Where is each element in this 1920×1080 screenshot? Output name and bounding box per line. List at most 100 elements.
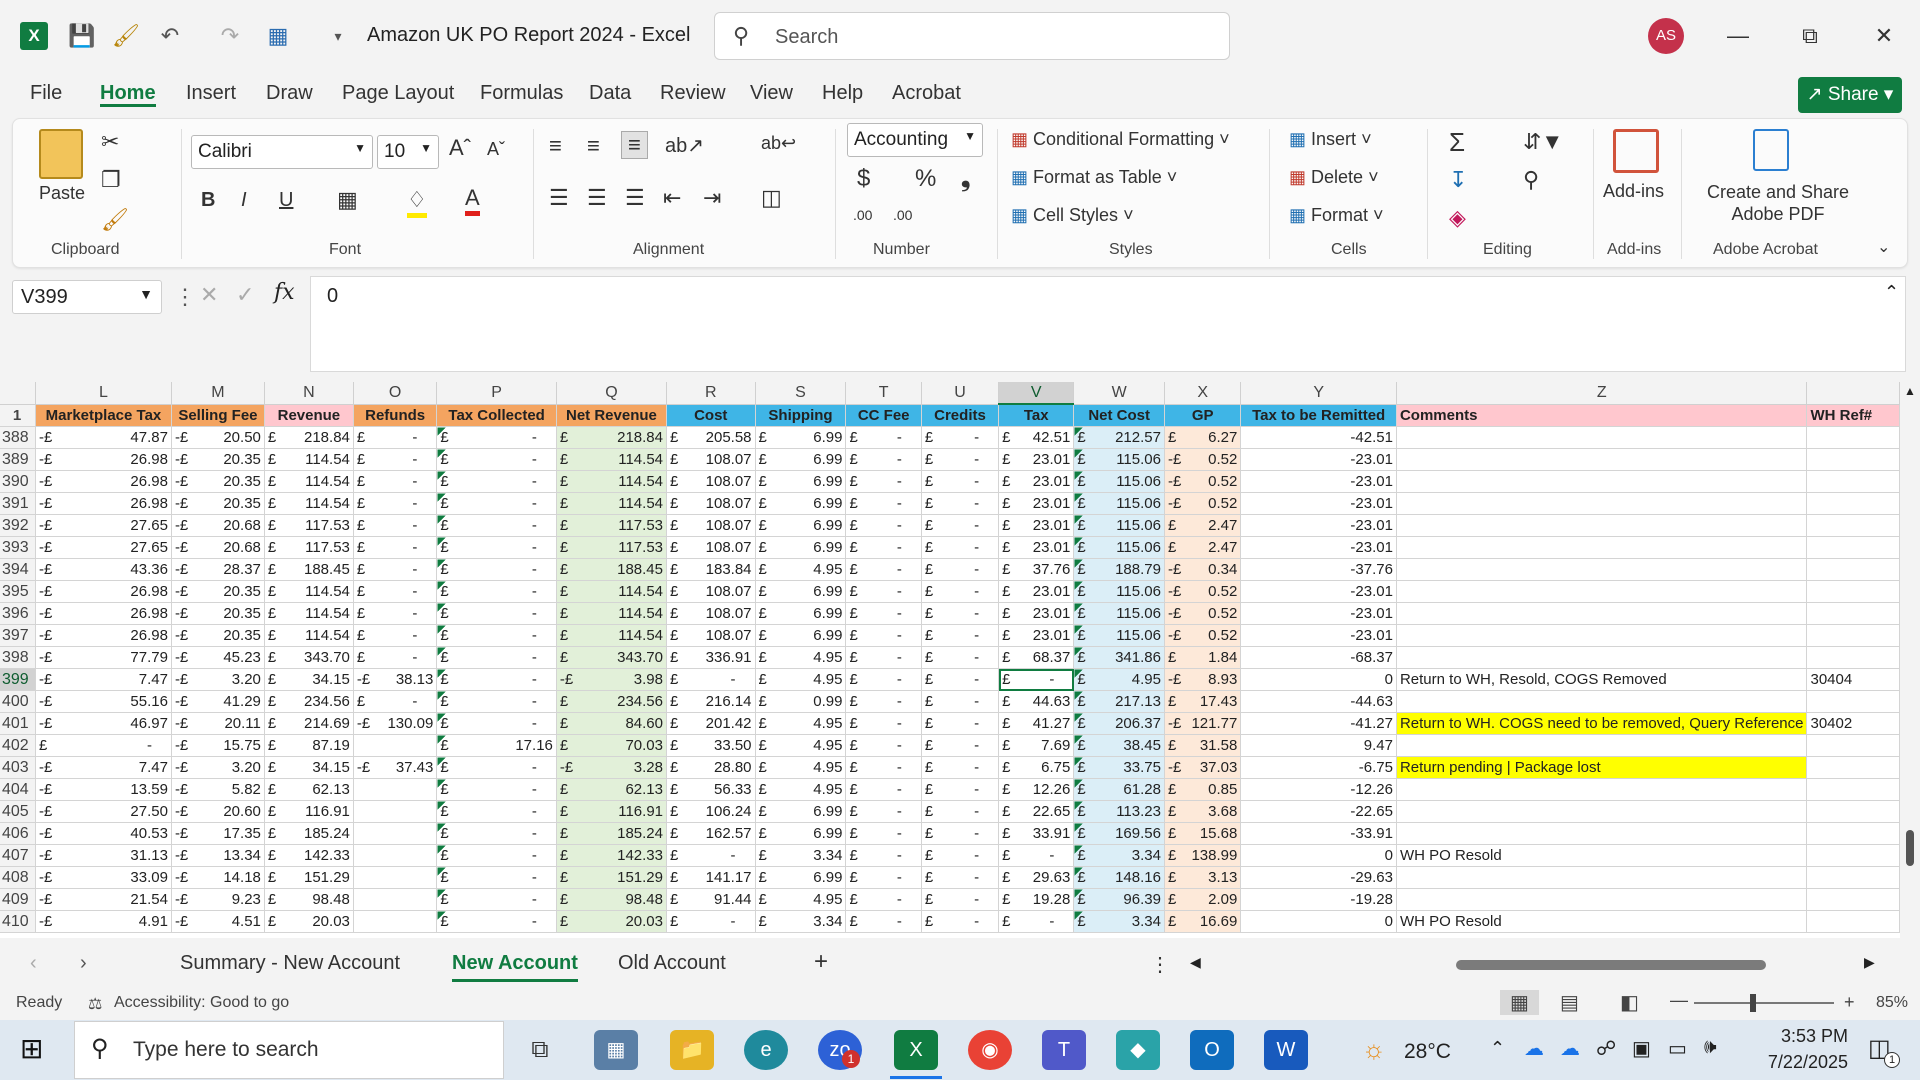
cell-n[interactable]: £87.19 [264, 734, 354, 757]
cell-u[interactable]: £ - [921, 800, 1000, 823]
add-ins-icon[interactable] [1613, 129, 1659, 173]
cell-m[interactable]: -£ 20.35 [171, 492, 265, 515]
cell-l[interactable]: -£ 26.98 [35, 602, 172, 625]
cell-t[interactable]: £ - [845, 624, 922, 647]
cell-s[interactable]: £6.99 [755, 514, 847, 537]
cell-n[interactable]: £214.69 [264, 712, 354, 735]
cell-v[interactable]: £29.63 [998, 866, 1075, 889]
cell-wh-ref[interactable] [1806, 756, 1900, 779]
cell-w[interactable]: £115.06 [1073, 448, 1165, 471]
align-bottom-icon[interactable]: ≡ [621, 131, 648, 159]
row-header[interactable]: 401 [0, 712, 36, 735]
cell-m[interactable]: -£ 3.20 [171, 668, 265, 691]
spreadsheet-table[interactable]: LMNOPQRSTUVWXYZ 1 Marketplace Tax Selling … [0, 382, 1900, 933]
column-header-z[interactable]: Z [1396, 382, 1808, 405]
cell-z[interactable] [1396, 536, 1808, 559]
cell-t[interactable]: £ - [845, 910, 922, 933]
cell-z[interactable] [1396, 514, 1808, 537]
cell-m[interactable]: -£ 20.68 [171, 514, 265, 537]
cell-u[interactable]: £ - [921, 734, 1000, 757]
cell-t[interactable]: £ - [845, 712, 922, 735]
minimize-button[interactable]: — [1710, 14, 1766, 58]
cell-o[interactable]: £ - [353, 602, 438, 625]
formula-input[interactable]: 0 [310, 276, 1906, 372]
cell-x[interactable]: £16.69 [1164, 910, 1242, 933]
cell-wh-ref[interactable] [1806, 888, 1900, 911]
cell-r[interactable]: £205.58 [666, 426, 756, 449]
cell-wh-ref[interactable] [1806, 866, 1900, 889]
cell-w[interactable]: £38.45 [1073, 734, 1165, 757]
cell-q[interactable]: £114.54 [556, 624, 668, 647]
cell-s[interactable]: £6.99 [755, 866, 847, 889]
cell-v[interactable]: £42.51 [998, 426, 1075, 449]
cell-w[interactable]: £115.06 [1073, 514, 1165, 537]
cell-y[interactable]: 9.47 [1240, 734, 1397, 757]
cell-o[interactable] [353, 800, 438, 823]
cell-v[interactable]: £23.01 [998, 492, 1075, 515]
cell-s[interactable]: £6.99 [755, 470, 847, 493]
chrome-browser-icon[interactable]: ◉ [968, 1030, 1012, 1070]
cell-y[interactable]: -37.76 [1240, 558, 1397, 581]
cell-t[interactable]: £ - [845, 734, 922, 757]
cell-l[interactable]: -£ 33.09 [35, 866, 172, 889]
weather-icon[interactable]: ☼ [1362, 1034, 1386, 1065]
format-cells-button[interactable]: ▦ Format ˅ [1289, 205, 1384, 226]
cell-w[interactable]: £3.34 [1073, 910, 1165, 933]
cell-t[interactable]: £ - [845, 822, 922, 845]
cell-q[interactable]: £142.33 [556, 844, 668, 867]
cell-m[interactable]: -£ 20.11 [171, 712, 265, 735]
fill-color-icon[interactable]: ♢ [407, 187, 427, 218]
cell-s[interactable]: £6.99 [755, 822, 847, 845]
cell-v[interactable]: £23.01 [998, 602, 1075, 625]
cell-o[interactable]: £ - [353, 690, 438, 713]
cell-v[interactable]: £23.01 [998, 470, 1075, 493]
cell-y[interactable]: -12.26 [1240, 778, 1397, 801]
cell-t[interactable]: £ - [845, 800, 922, 823]
cell-v[interactable]: £ - [998, 844, 1075, 867]
cell-p[interactable]: £ - [436, 448, 557, 471]
cell-wh-ref[interactable] [1806, 602, 1900, 625]
cell-o[interactable] [353, 778, 438, 801]
italic-icon[interactable]: I [241, 189, 247, 212]
outlook-app-icon[interactable]: O [1190, 1030, 1234, 1070]
cell-w[interactable]: £217.13 [1073, 690, 1165, 713]
cell-x[interactable]: £15.68 [1164, 822, 1242, 845]
cell-p[interactable]: £ - [436, 668, 557, 691]
cell-q[interactable]: £70.03 [556, 734, 668, 757]
paste-icon[interactable] [39, 129, 83, 179]
zoom-level[interactable]: 85% [1876, 994, 1908, 1012]
cell-l[interactable]: -£ 26.98 [35, 492, 172, 515]
increase-decimal-icon[interactable]: .00 [853, 207, 872, 223]
cell-o[interactable]: -£ 37.43 [353, 756, 438, 779]
cell-o[interactable]: £ - [353, 646, 438, 669]
cell-q[interactable]: £114.54 [556, 492, 668, 515]
cell-v[interactable]: £68.37 [998, 646, 1075, 669]
cell-o[interactable]: £ - [353, 470, 438, 493]
row-header[interactable]: 394 [0, 558, 36, 581]
cell-u[interactable]: £ - [921, 822, 1000, 845]
cell-x[interactable]: -£ 37.03 [1164, 756, 1242, 779]
cell-r[interactable]: £56.33 [666, 778, 756, 801]
cell-styles-button[interactable]: ▦ Cell Styles ˅ [1011, 205, 1134, 226]
row-header[interactable]: 395 [0, 580, 36, 603]
cell-m[interactable]: -£ 20.50 [171, 426, 265, 449]
cell-m[interactable]: -£ 20.35 [171, 470, 265, 493]
cell-m[interactable]: -£ 17.35 [171, 822, 265, 845]
cell-p[interactable]: £ - [436, 646, 557, 669]
orientation-icon[interactable]: ab↗ [665, 133, 704, 158]
cell-u[interactable]: £ - [921, 492, 1000, 515]
cell-u[interactable]: £ - [921, 866, 1000, 889]
cell-l[interactable]: -£ 26.98 [35, 580, 172, 603]
cell-s[interactable]: £6.99 [755, 426, 847, 449]
name-box[interactable]: V399 ▼ [12, 280, 162, 314]
header-cell[interactable]: WH Ref# [1806, 404, 1900, 427]
cell-r[interactable]: £28.80 [666, 756, 756, 779]
cell-p[interactable]: £ - [436, 492, 557, 515]
cell-z[interactable] [1396, 492, 1808, 515]
cell-u[interactable]: £ - [921, 448, 1000, 471]
cell-t[interactable]: £ - [845, 602, 922, 625]
cell-x[interactable]: -£ 0.52 [1164, 602, 1242, 625]
cell-wh-ref[interactable] [1806, 470, 1900, 493]
cell-m[interactable]: -£ 4.51 [171, 910, 265, 933]
cell-s[interactable]: £6.99 [755, 492, 847, 515]
